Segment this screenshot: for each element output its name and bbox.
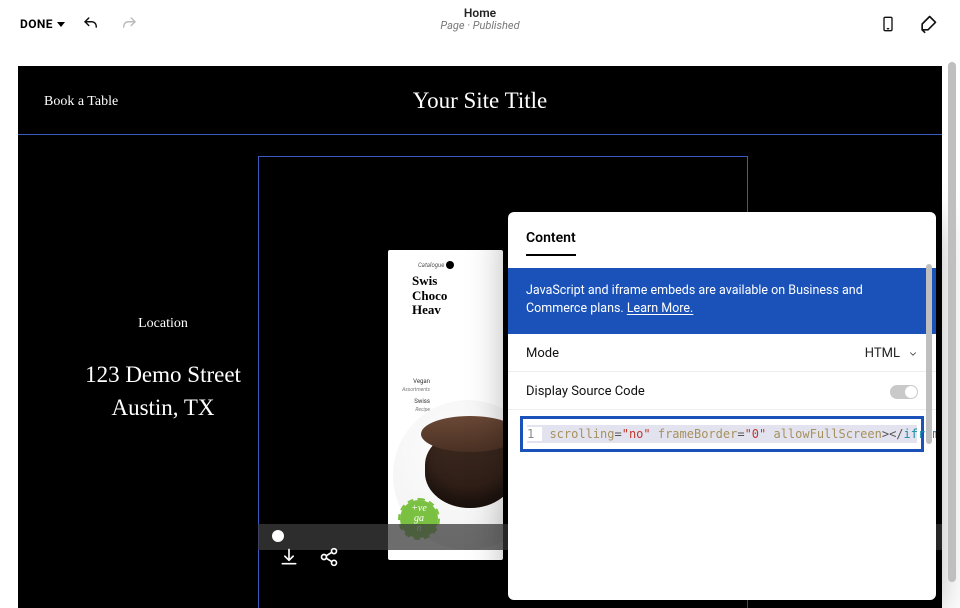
display-source-row: Display Source Code bbox=[508, 372, 936, 410]
caret-down-icon bbox=[57, 22, 65, 27]
learn-more-link[interactable]: Learn More. bbox=[627, 301, 694, 316]
location-heading: Location bbox=[38, 316, 288, 332]
playback-handle[interactable] bbox=[272, 530, 284, 542]
download-icon[interactable] bbox=[278, 546, 300, 568]
display-source-toggle[interactable] bbox=[890, 385, 918, 399]
location-block: Location 123 Demo Street Austin, TX bbox=[38, 316, 288, 425]
page-info: Home Page · Published bbox=[440, 6, 519, 32]
content-panel: Content JavaScript and iframe embeds are… bbox=[508, 212, 936, 600]
page-scrollbar[interactable] bbox=[948, 62, 956, 582]
panel-scrollbar[interactable] bbox=[926, 264, 932, 444]
tab-underline bbox=[526, 254, 576, 256]
nav-link-book-table[interactable]: Book a Table bbox=[44, 94, 118, 110]
page-subtitle: Page · Published bbox=[440, 19, 519, 32]
page-title: Home bbox=[440, 6, 519, 20]
editor-toolbar: DONE Home Page · Published bbox=[0, 0, 960, 48]
notice-text: JavaScript and iframe embeds are availab… bbox=[526, 283, 863, 316]
done-button[interactable]: DONE bbox=[20, 17, 65, 31]
card-eyebrow: Catalogue bbox=[418, 262, 444, 269]
code-editor[interactable]: 1 scrolling="no" frameBorder="0" allowFu… bbox=[520, 416, 924, 452]
mobile-preview-button[interactable] bbox=[876, 12, 900, 36]
mode-value: HTML bbox=[865, 346, 900, 361]
redo-button bbox=[117, 12, 141, 36]
app-viewport: DONE Home Page · Published Book a Table … bbox=[0, 0, 960, 608]
logo-dot-icon bbox=[446, 261, 454, 269]
card-heading: Swis Choco Heav bbox=[412, 274, 447, 318]
upgrade-notice: JavaScript and iframe embeds are availab… bbox=[508, 268, 936, 334]
site-title[interactable]: Your Site Title bbox=[413, 88, 547, 114]
undo-button[interactable] bbox=[79, 12, 103, 36]
styles-brush-button[interactable] bbox=[916, 12, 940, 36]
location-line2: Austin, TX bbox=[38, 391, 288, 424]
mode-label: Mode bbox=[526, 346, 559, 361]
section-divider bbox=[18, 134, 942, 135]
mode-row[interactable]: Mode HTML bbox=[508, 334, 936, 372]
share-icon[interactable] bbox=[318, 546, 340, 568]
display-source-label: Display Source Code bbox=[526, 384, 645, 399]
panel-tab-content[interactable]: Content bbox=[526, 230, 936, 246]
embed-preview-card: Catalogue Swis Choco Heav VeganAssortmen… bbox=[388, 250, 503, 560]
chevron-down-icon bbox=[908, 349, 918, 359]
code-line[interactable]: scrolling="no" frameBorder="0" allowFull… bbox=[542, 427, 936, 441]
location-line1: 123 Demo Street bbox=[38, 358, 288, 391]
done-label: DONE bbox=[20, 17, 53, 31]
code-gutter: 1 bbox=[527, 427, 542, 441]
